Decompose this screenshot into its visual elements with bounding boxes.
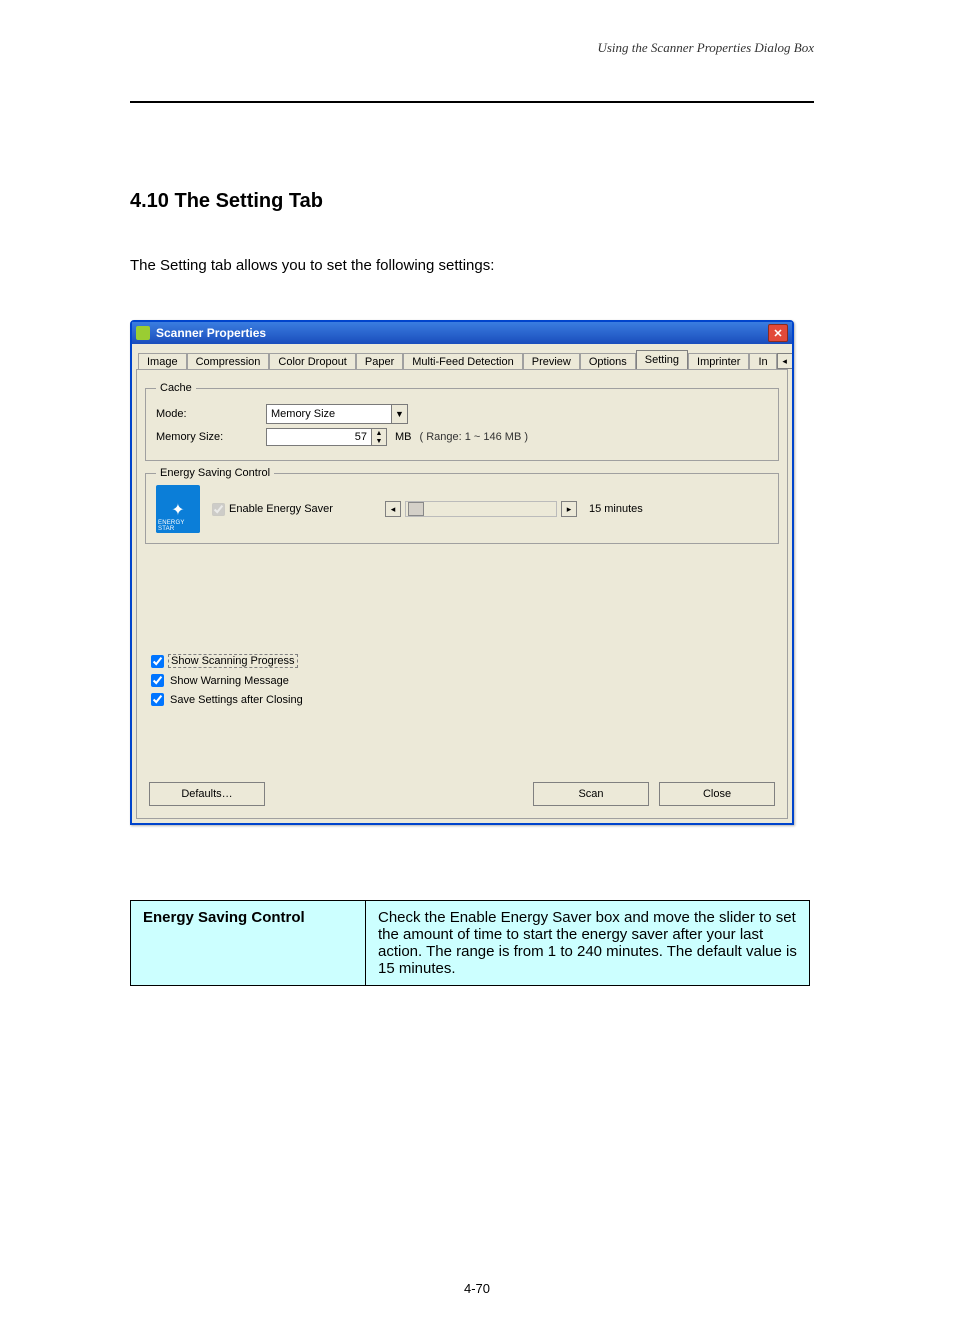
dialog-body: Cache Mode: Memory Size ▼ Memory Size: ▲	[136, 369, 788, 819]
energy-saving-group: Energy Saving Control ✦ ENERGY STAR Enab…	[145, 467, 779, 544]
save-settings-label: Save Settings after Closing	[168, 694, 305, 706]
page-header: Using the Scanner Properties Dialog Box	[130, 40, 814, 56]
mode-combo-value: Memory Size	[267, 408, 391, 420]
save-settings-checkbox[interactable]: Save Settings after Closing	[151, 693, 779, 706]
tab-setting[interactable]: Setting	[636, 350, 688, 369]
tab-scroll-left-icon[interactable]: ◂	[777, 353, 792, 369]
show-progress-input[interactable]	[151, 655, 164, 668]
window-title: Scanner Properties	[156, 326, 266, 340]
button-bar: Defaults… Scan Close	[149, 782, 775, 806]
tab-options[interactable]: Options	[580, 353, 636, 369]
spin-up-icon[interactable]: ▲	[372, 429, 386, 437]
tab-preview[interactable]: Preview	[523, 353, 580, 369]
memsize-range: ( Range: 1 ~ 146 MB )	[420, 431, 529, 443]
page-rule	[130, 101, 814, 103]
page-number: 4-70	[0, 1281, 954, 1296]
mode-label: Mode:	[156, 408, 266, 420]
enable-energy-saver-input[interactable]	[212, 503, 225, 516]
slider-left-icon[interactable]: ◂	[385, 501, 401, 517]
slider-right-icon[interactable]: ▸	[561, 501, 577, 517]
memsize-input[interactable]	[266, 428, 372, 446]
show-warning-input[interactable]	[151, 674, 164, 687]
tab-strip: Image Compression Color Dropout Paper Mu…	[132, 344, 792, 369]
show-progress-label: Show Scanning Progress	[168, 654, 298, 668]
tab-paper[interactable]: Paper	[356, 353, 403, 369]
tab-information-truncated[interactable]: In	[749, 353, 776, 369]
cache-legend: Cache	[156, 382, 196, 394]
doc-table: Energy Saving Control Check the Enable E…	[130, 900, 810, 986]
spin-down-icon[interactable]: ▼	[372, 437, 386, 445]
slider-track[interactable]	[405, 501, 557, 517]
app-icon	[136, 326, 150, 340]
chevron-down-icon[interactable]: ▼	[391, 405, 407, 423]
save-settings-input[interactable]	[151, 693, 164, 706]
show-progress-checkbox[interactable]: Show Scanning Progress	[151, 654, 779, 668]
tab-imprinter[interactable]: Imprinter	[688, 353, 749, 369]
enable-energy-saver-checkbox[interactable]: Enable Energy Saver	[212, 503, 333, 516]
options-list: Show Scanning Progress Show Warning Mess…	[145, 654, 779, 706]
tab-image[interactable]: Image	[138, 353, 187, 369]
slider-thumb[interactable]	[408, 502, 424, 516]
energy-saving-legend: Energy Saving Control	[156, 467, 274, 479]
show-warning-label: Show Warning Message	[168, 675, 291, 687]
energy-saver-slider[interactable]: ◂ ▸ 15 minutes	[385, 501, 643, 517]
cache-group: Cache Mode: Memory Size ▼ Memory Size: ▲	[145, 382, 779, 461]
table-key: Energy Saving Control	[131, 901, 366, 986]
scan-button[interactable]: Scan	[533, 782, 649, 806]
scanner-properties-dialog: Scanner Properties ✕ Image Compression C…	[130, 320, 794, 825]
show-warning-checkbox[interactable]: Show Warning Message	[151, 674, 779, 687]
tab-multi-feed[interactable]: Multi-Feed Detection	[403, 353, 523, 369]
memsize-label: Memory Size:	[156, 431, 266, 443]
table-val: Check the Enable Energy Saver box and mo…	[366, 901, 810, 986]
slider-minutes-label: 15 minutes	[589, 503, 643, 515]
table-row: Energy Saving Control Check the Enable E…	[131, 901, 810, 986]
tab-color-dropout[interactable]: Color Dropout	[269, 353, 355, 369]
close-icon[interactable]: ✕	[768, 324, 788, 342]
close-button[interactable]: Close	[659, 782, 775, 806]
energy-star-icon: ✦ ENERGY STAR	[156, 485, 200, 533]
mode-combo[interactable]: Memory Size ▼	[266, 404, 408, 424]
memsize-unit: MB	[395, 431, 412, 443]
defaults-button[interactable]: Defaults…	[149, 782, 265, 806]
section-title: 4.10 The Setting Tab	[130, 190, 323, 213]
section-subtext: The Setting tab allows you to set the fo…	[130, 255, 814, 278]
titlebar[interactable]: Scanner Properties ✕	[132, 322, 792, 344]
enable-energy-saver-label: Enable Energy Saver	[229, 503, 333, 515]
tab-compression[interactable]: Compression	[187, 353, 270, 369]
